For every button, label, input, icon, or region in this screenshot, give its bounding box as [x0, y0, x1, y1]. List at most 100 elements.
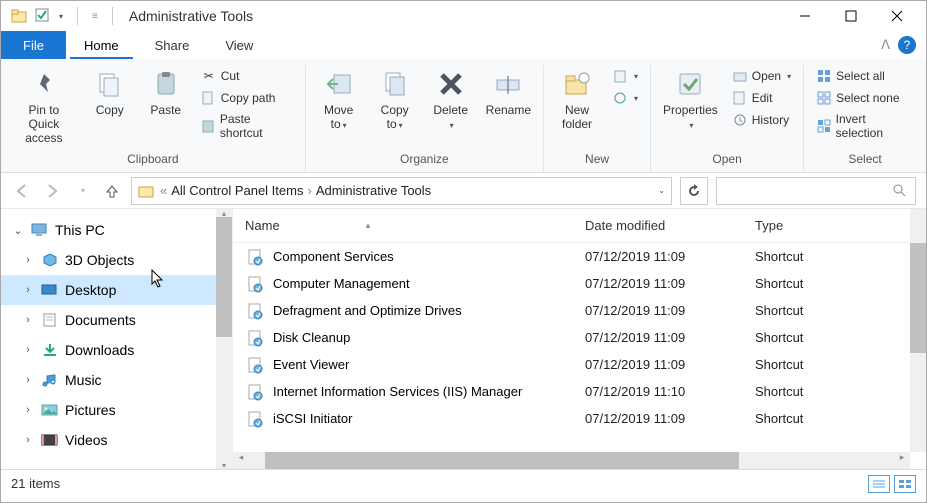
- file-row[interactable]: Event Viewer07/12/2019 11:09Shortcut: [233, 351, 926, 378]
- quick-access-dropdown[interactable]: ▾: [59, 12, 63, 21]
- copy-button[interactable]: Copy: [85, 65, 135, 119]
- cut-button[interactable]: ✂Cut: [197, 67, 297, 85]
- crumb-current[interactable]: Administrative Tools: [316, 183, 431, 198]
- tab-home[interactable]: Home: [66, 31, 137, 59]
- rename-icon: [491, 67, 525, 101]
- file-row[interactable]: Disk Cleanup07/12/2019 11:09Shortcut: [233, 324, 926, 351]
- pin-to-quick-access-button[interactable]: Pin to Quick access: [9, 65, 79, 147]
- open-button[interactable]: Open▾: [728, 67, 795, 85]
- paste-shortcut-button[interactable]: Paste shortcut: [197, 111, 297, 141]
- file-date: 07/12/2019 11:09: [585, 411, 755, 426]
- edit-button[interactable]: Edit: [728, 89, 795, 107]
- folder-type-icon: [41, 372, 59, 388]
- navpane-scrollbar[interactable]: ▴ ▾: [216, 209, 232, 469]
- nav-item-label: Music: [65, 372, 102, 388]
- move-to-button[interactable]: Move to▾: [314, 65, 364, 135]
- properties-button[interactable]: Properties▾: [659, 65, 722, 135]
- close-button[interactable]: [874, 1, 920, 31]
- folder-type-icon: [41, 282, 59, 298]
- select-none-button[interactable]: Select none: [812, 89, 918, 107]
- back-button[interactable]: [11, 180, 33, 202]
- rename-button[interactable]: Rename: [482, 65, 535, 119]
- nav-item-pictures[interactable]: › Pictures: [1, 395, 232, 425]
- delete-button[interactable]: Delete▾: [426, 65, 476, 135]
- expand-icon[interactable]: ›: [21, 284, 35, 296]
- ribbon-group-new: New folder ▾ ▾ New: [544, 65, 651, 172]
- recent-locations-button[interactable]: ▾: [71, 180, 93, 202]
- expand-icon[interactable]: ›: [21, 434, 35, 446]
- expand-icon[interactable]: ›: [21, 344, 35, 356]
- select-all-icon: [816, 68, 832, 84]
- file-row[interactable]: Component Services07/12/2019 11:09Shortc…: [233, 243, 926, 270]
- nav-item-videos[interactable]: › Videos: [1, 425, 232, 455]
- breadcrumb[interactable]: « All Control Panel Items › Administrati…: [131, 177, 672, 205]
- tab-share[interactable]: Share: [137, 31, 208, 59]
- help-button[interactable]: ?: [898, 36, 916, 54]
- forward-button[interactable]: [41, 180, 63, 202]
- column-type[interactable]: Type: [755, 218, 926, 233]
- paste-button[interactable]: Paste: [141, 65, 191, 119]
- nav-item-documents[interactable]: › Documents: [1, 305, 232, 335]
- nav-item-label: Documents: [65, 312, 136, 328]
- file-date: 07/12/2019 11:09: [585, 249, 755, 264]
- invert-selection-button[interactable]: Invert selection: [812, 111, 918, 141]
- file-menu[interactable]: File: [1, 31, 66, 59]
- column-date[interactable]: Date modified: [585, 218, 755, 233]
- props-checkbox-icon[interactable]: [35, 8, 51, 24]
- copy-path-button[interactable]: Copy path: [197, 89, 297, 107]
- expand-icon[interactable]: ›: [21, 374, 35, 386]
- column-name[interactable]: Name: [245, 218, 280, 233]
- file-list-scrollbar-vertical[interactable]: [910, 209, 926, 452]
- select-all-button[interactable]: Select all: [812, 67, 918, 85]
- file-date: 07/12/2019 11:10: [585, 384, 755, 399]
- file-row[interactable]: Defragment and Optimize Drives07/12/2019…: [233, 297, 926, 324]
- maximize-button[interactable]: [828, 1, 874, 31]
- paste-shortcut-icon: [201, 118, 216, 134]
- nav-item-label: Pictures: [65, 402, 116, 418]
- group-label: Open: [712, 148, 741, 172]
- file-row[interactable]: Internet Information Services (IIS) Mana…: [233, 378, 926, 405]
- file-row[interactable]: iSCSI Initiator07/12/2019 11:09Shortcut: [233, 405, 926, 432]
- nav-item-downloads[interactable]: ›Downloads: [1, 335, 232, 365]
- collapse-ribbon-icon[interactable]: ᐱ: [881, 37, 890, 53]
- collapse-icon[interactable]: ⌄: [11, 224, 25, 237]
- new-item-button[interactable]: ▾: [608, 67, 642, 85]
- refresh-button[interactable]: [680, 177, 708, 205]
- nav-this-pc[interactable]: ⌄ This PC: [1, 215, 232, 245]
- new-folder-button[interactable]: New folder: [552, 65, 602, 133]
- file-name: Disk Cleanup: [273, 330, 585, 345]
- chevron-right-icon[interactable]: ›: [307, 183, 311, 198]
- copy-to-button[interactable]: Copy to▾: [370, 65, 420, 135]
- group-label: New: [585, 148, 609, 172]
- easy-access-button[interactable]: ▾: [608, 89, 642, 107]
- ribbon-group-organize: Move to▾ Copy to▾ Delete▾ Rename Organiz…: [306, 65, 544, 172]
- shortcut-icon: [245, 301, 265, 321]
- properties-icon: [673, 67, 707, 101]
- crumb-parent[interactable]: All Control Panel Items: [171, 183, 303, 198]
- expand-icon[interactable]: ›: [21, 254, 35, 266]
- minimize-button[interactable]: [782, 1, 828, 31]
- nav-item-music[interactable]: › Music: [1, 365, 232, 395]
- nav-item-3d-objects[interactable]: ›3D Objects: [1, 245, 232, 275]
- file-row[interactable]: Computer Management07/12/2019 11:09Short…: [233, 270, 926, 297]
- nav-item-label: Videos: [65, 432, 108, 448]
- file-name: Computer Management: [273, 276, 585, 291]
- shortcut-icon: [245, 355, 265, 375]
- column-headers[interactable]: Name▴ Date modified Type: [233, 209, 926, 243]
- tab-view[interactable]: View: [207, 31, 271, 59]
- history-button[interactable]: History: [728, 111, 795, 129]
- expand-icon[interactable]: ›: [21, 404, 35, 416]
- file-list-scrollbar-horizontal[interactable]: ◂▸: [233, 452, 910, 469]
- address-dropdown[interactable]: ⌄: [658, 186, 665, 195]
- details-view-button[interactable]: [868, 475, 890, 493]
- nav-item-desktop[interactable]: ›Desktop: [1, 275, 232, 305]
- status-bar: 21 items: [1, 469, 926, 497]
- expand-icon[interactable]: ›: [21, 314, 35, 326]
- search-input[interactable]: [716, 177, 916, 205]
- thumbnails-view-button[interactable]: [894, 475, 916, 493]
- file-type: Shortcut: [755, 384, 926, 399]
- up-button[interactable]: [101, 180, 123, 202]
- folder-type-icon: [41, 312, 59, 328]
- status-item-count: 21 items: [11, 476, 60, 491]
- chevrons-icon: ≡: [88, 11, 102, 22]
